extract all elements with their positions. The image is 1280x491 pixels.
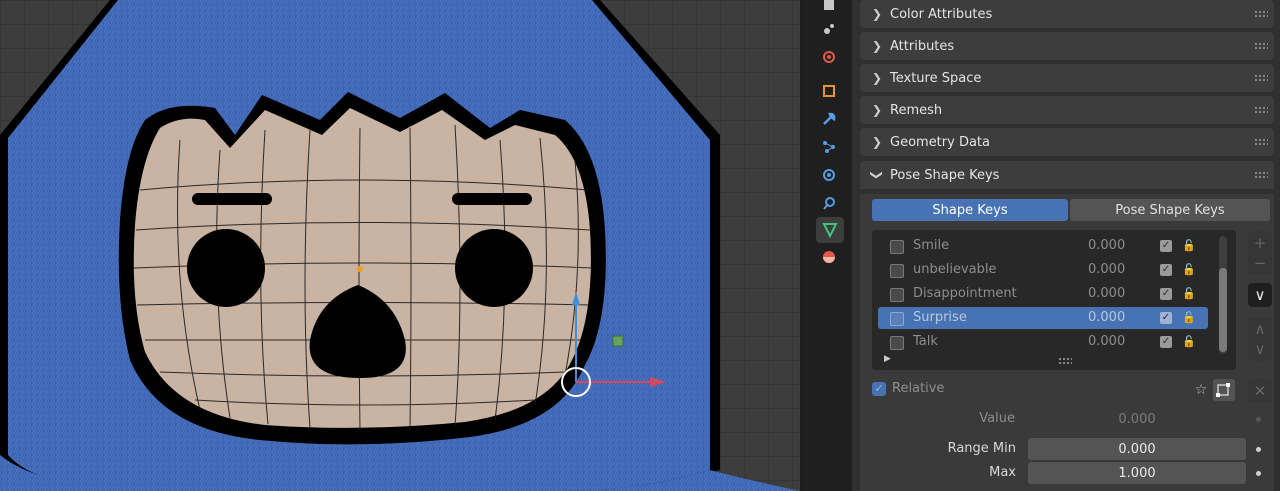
shape-key-icon: [890, 288, 904, 302]
filter-toggle-icon[interactable]: ▶: [884, 354, 891, 364]
shape-key-icon: [890, 336, 904, 350]
particles-system-icon[interactable]: [818, 136, 840, 158]
panel-label: Geometry Data: [890, 134, 990, 150]
list-item[interactable]: Disappointment 0.000 ✓ 🔓: [878, 283, 1208, 305]
3d-viewport[interactable]: [0, 0, 800, 491]
range-min-field[interactable]: 0.000: [1028, 438, 1246, 460]
tab-pose-shape-keys[interactable]: Pose Shape Keys: [1070, 199, 1270, 221]
panel-color-attributes[interactable]: ❯ Color Attributes: [860, 0, 1274, 28]
physics-icon[interactable]: [818, 46, 840, 68]
unlock-icon[interactable]: 🔓: [1182, 311, 1196, 325]
left-eyebrow: [192, 193, 272, 205]
shape-key-name: Disappointment: [913, 286, 1017, 301]
right-eye: [455, 229, 533, 307]
checkbox-icon[interactable]: ✓: [1160, 264, 1172, 276]
keyframe-dot-icon[interactable]: [1256, 447, 1261, 452]
left-eye: [187, 229, 265, 307]
close-icon[interactable]: ✕: [1248, 379, 1272, 403]
list-item[interactable]: Talk 0.000 ✓ 🔓: [878, 331, 1208, 353]
panel-geometry-data[interactable]: ❯ Geometry Data: [860, 128, 1274, 156]
chevron-right-icon: ❯: [872, 7, 883, 21]
keyframe-dot-icon[interactable]: [1256, 417, 1261, 422]
tab-shape-keys[interactable]: Shape Keys: [872, 199, 1068, 221]
material-icon[interactable]: [818, 246, 840, 268]
list-item-selected[interactable]: Surprise 0.000 ✓ 🔓: [878, 307, 1208, 329]
relative-label: Relative: [892, 381, 945, 396]
viewport-scene: [0, 0, 800, 491]
value-field[interactable]: 0.000: [1028, 408, 1246, 430]
star-icon[interactable]: ☆: [1190, 379, 1212, 401]
list-item[interactable]: unbelievable 0.000 ✓ 🔓: [878, 259, 1208, 281]
max-label: Max: [989, 465, 1016, 480]
panel-attributes[interactable]: ❯ Attributes: [860, 32, 1274, 60]
texture-paint-icon[interactable]: [818, 0, 840, 16]
max-field[interactable]: 1.000: [1028, 462, 1246, 484]
value-label: Value: [979, 411, 1015, 426]
unlock-icon[interactable]: 🔓: [1182, 287, 1196, 301]
shape-key-icon: [890, 240, 904, 254]
list-resize-grip-icon[interactable]: [1058, 357, 1072, 365]
range-min-label: Range Min: [947, 441, 1016, 456]
drag-grip-icon[interactable]: [1254, 138, 1268, 146]
checkbox-icon[interactable]: ✓: [1160, 288, 1172, 300]
unlock-icon[interactable]: 🔓: [1182, 239, 1196, 253]
edit-mode-icon[interactable]: [1213, 379, 1235, 401]
list-scrollbar-thumb[interactable]: [1219, 268, 1227, 352]
shape-key-name: Talk: [913, 334, 938, 349]
chevron-right-icon: ❯: [872, 103, 883, 117]
unlock-icon[interactable]: 🔓: [1182, 335, 1196, 349]
particles-icon[interactable]: [818, 18, 840, 40]
shape-key-icon: [890, 312, 904, 326]
drag-grip-icon[interactable]: [1254, 106, 1268, 114]
remove-icon[interactable]: −: [1248, 251, 1272, 275]
object-icon[interactable]: [818, 80, 840, 102]
list-item[interactable]: Smile 0.000 ✓ 🔓: [878, 235, 1208, 257]
shape-key-value[interactable]: 0.000: [1088, 238, 1125, 253]
modifier-icon[interactable]: [818, 108, 840, 130]
chevron-down-icon: ❯: [870, 170, 884, 181]
shape-key-icon: [890, 264, 904, 278]
dropdown-menu-icon[interactable]: ∨: [1248, 283, 1272, 307]
move-down-icon[interactable]: ∨: [1248, 337, 1272, 361]
relative-checkbox[interactable]: ✓: [872, 382, 886, 396]
drag-grip-icon[interactable]: [1254, 171, 1268, 179]
drag-grip-icon[interactable]: [1254, 10, 1268, 18]
drag-grip-icon[interactable]: [1254, 42, 1268, 50]
panel-label: Attributes: [890, 38, 955, 54]
chevron-right-icon: ❯: [872, 135, 883, 149]
panel-label: Remesh: [890, 102, 943, 118]
object-data-icon[interactable]: [816, 217, 844, 243]
unlock-icon[interactable]: 🔓: [1182, 263, 1196, 277]
panel-texture-space[interactable]: ❯ Texture Space: [860, 64, 1274, 92]
shape-key-value[interactable]: 0.000: [1088, 334, 1125, 349]
panel-label: Texture Space: [890, 70, 982, 86]
shape-key-value[interactable]: 0.000: [1088, 262, 1125, 277]
chevron-right-icon: ❯: [872, 71, 883, 85]
panel-pose-shape-keys[interactable]: ❯ Pose Shape Keys: [860, 161, 1274, 189]
chevron-right-icon: ❯: [872, 39, 883, 53]
active-vertex: [357, 266, 363, 272]
drag-grip-icon[interactable]: [1254, 74, 1268, 82]
keyframe-dot-icon[interactable]: [1256, 471, 1261, 476]
shape-key-name: Surprise: [913, 310, 967, 325]
shape-key-value[interactable]: 0.000: [1088, 286, 1125, 301]
shape-key-name: unbelievable: [913, 262, 997, 277]
constraints-icon[interactable]: [818, 192, 840, 214]
panel-label: Color Attributes: [890, 6, 993, 22]
panel-remesh[interactable]: ❯ Remesh: [860, 96, 1274, 124]
panel-label: Pose Shape Keys: [890, 167, 1000, 183]
checkbox-icon[interactable]: ✓: [1160, 336, 1172, 348]
physics-field-icon[interactable]: [818, 164, 840, 186]
checkbox-icon[interactable]: ✓: [1160, 312, 1172, 324]
checkbox-icon[interactable]: ✓: [1160, 240, 1172, 252]
shape-key-name: Smile: [913, 238, 950, 253]
properties-tab-bar: [804, 0, 852, 491]
shape-key-value[interactable]: 0.000: [1088, 310, 1125, 325]
right-eyebrow: [452, 193, 532, 205]
